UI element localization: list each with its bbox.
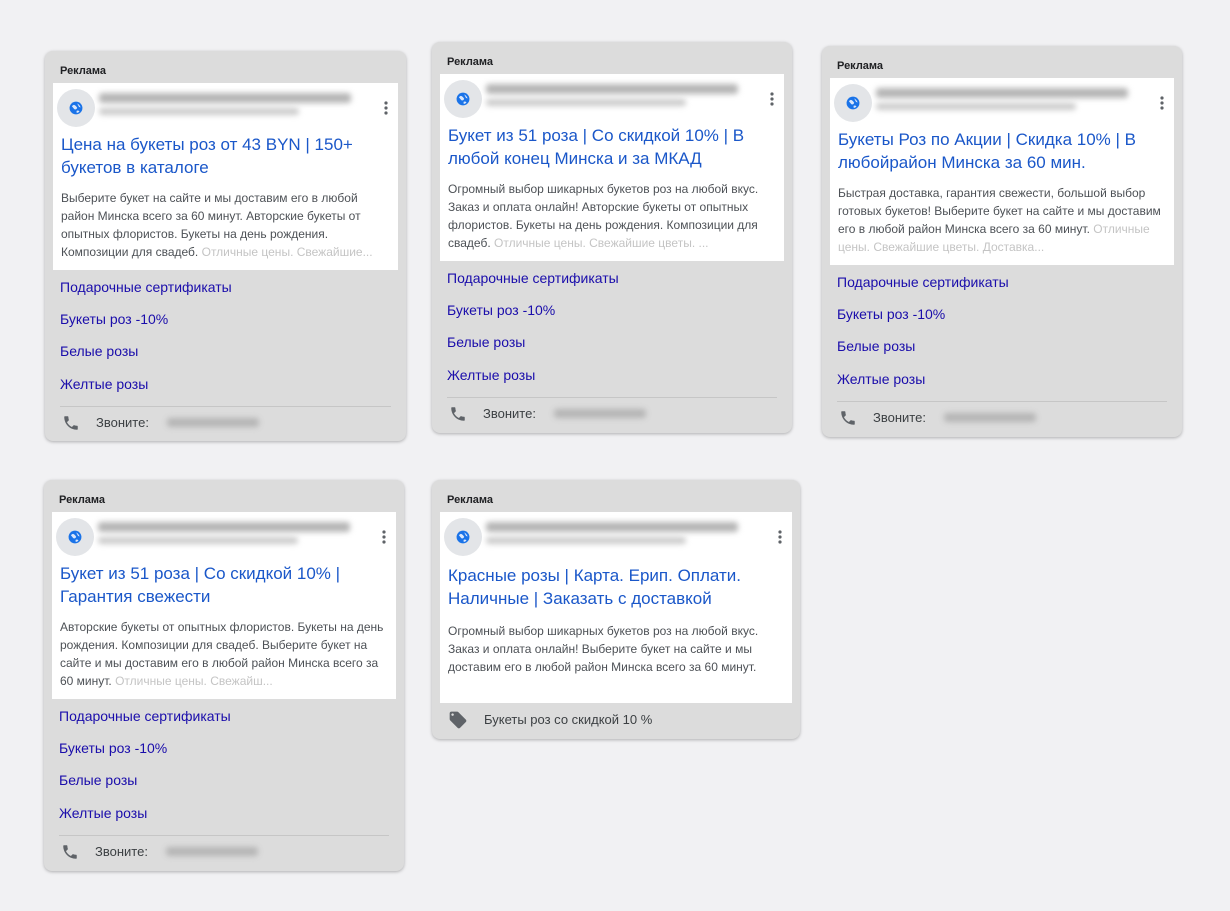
sitelink[interactable]: Букеты роз -10% xyxy=(837,306,945,322)
ad-label: Реклама xyxy=(59,494,106,506)
phone-icon xyxy=(64,416,78,430)
call-label: Звоните: xyxy=(483,406,536,421)
site-url-redacted xyxy=(486,99,686,106)
tag-icon xyxy=(449,711,467,729)
ad-headline[interactable]: Букеты Роз по Акции | Скидка 10% | В люб… xyxy=(838,128,1164,174)
ad-label: Реклама xyxy=(837,60,884,72)
ad-description-tail: Отличные цены. Свежайшие... xyxy=(198,245,373,259)
sitelink[interactable]: Подарочные сертификаты xyxy=(60,279,232,295)
divider xyxy=(60,406,391,407)
ad-card: Реклама Букеты Роз по Акции | Скидка 10%… xyxy=(822,46,1182,437)
ad-label: Реклама xyxy=(447,56,494,68)
ad-label: Реклама xyxy=(60,65,107,77)
ad-description: Быстрая доставка, гарантия свежести, бол… xyxy=(838,184,1164,256)
sitelink[interactable]: Подарочные сертификаты xyxy=(837,274,1009,290)
site-url-redacted xyxy=(99,108,299,115)
site-url-redacted xyxy=(98,537,298,544)
globe-icon xyxy=(456,92,470,106)
sitelink[interactable]: Желтые розы xyxy=(59,805,147,821)
ad-description-tail: Отличные цены. Свежайшие цветы. ... xyxy=(490,236,709,250)
ad-description: Огромный выбор шикарных букетов роз на л… xyxy=(448,180,774,252)
ad-card: Реклама Букет из 51 роза | Со скидкой 10… xyxy=(432,42,792,433)
ad-description: Авторские букеты от опытных флористов. Б… xyxy=(60,618,386,690)
ad-body: Букет из 51 роза | Со скидкой 10% | В лю… xyxy=(440,74,784,261)
divider xyxy=(837,401,1167,402)
site-url-redacted xyxy=(486,537,686,544)
phone-number-redacted xyxy=(554,409,646,418)
sitelink[interactable]: Белые розы xyxy=(837,338,915,354)
call-extension[interactable]: Звоните: xyxy=(60,413,380,433)
ad-description-tail: Отличные цены. Свежайш... xyxy=(111,674,273,688)
ad-card: Реклама Цена на букеты роз от 43 BYN | 1… xyxy=(45,51,406,441)
ad-label: Реклама xyxy=(447,494,494,506)
sitelink[interactable]: Белые розы xyxy=(59,772,137,788)
sitelink[interactable]: Желтые розы xyxy=(837,371,925,387)
site-favicon[interactable] xyxy=(444,518,482,556)
call-label: Звоните: xyxy=(95,844,148,859)
more-vert-icon[interactable] xyxy=(382,529,386,545)
sitelink[interactable]: Букеты роз -10% xyxy=(447,302,555,318)
sitelink[interactable]: Белые розы xyxy=(60,343,138,359)
phone-number-redacted xyxy=(944,413,1036,422)
call-extension[interactable]: Звоните: xyxy=(59,842,379,862)
call-label: Звоните: xyxy=(96,415,149,430)
phone-icon xyxy=(451,407,465,421)
ad-body: Букет из 51 роза | Со скидкой 10% | Гара… xyxy=(52,512,396,699)
more-vert-icon[interactable] xyxy=(384,100,388,116)
site-favicon[interactable] xyxy=(444,80,482,118)
sitelink[interactable]: Букеты роз -10% xyxy=(60,311,168,327)
site-name-redacted xyxy=(99,93,351,103)
promotion-extension[interactable]: Букеты роз со скидкой 10 % xyxy=(447,710,767,730)
ad-headline[interactable]: Цена на букеты роз от 43 BYN | 150+ буке… xyxy=(61,133,388,179)
promotion-label: Букеты роз со скидкой 10 % xyxy=(484,712,653,727)
ad-body: Букеты Роз по Акции | Скидка 10% | В люб… xyxy=(830,78,1174,265)
ad-card: Реклама Букет из 51 роза | Со скидкой 10… xyxy=(44,480,404,871)
globe-icon xyxy=(846,96,860,110)
phone-icon xyxy=(841,411,855,425)
site-favicon[interactable] xyxy=(57,89,95,127)
globe-icon xyxy=(456,530,470,544)
more-vert-icon[interactable] xyxy=(770,91,774,107)
sitelink[interactable]: Желтые розы xyxy=(60,376,148,392)
phone-icon xyxy=(63,845,77,859)
ad-description: Выберите букет на сайте и мы доставим ег… xyxy=(61,189,388,261)
site-favicon[interactable] xyxy=(56,518,94,556)
site-favicon[interactable] xyxy=(834,84,872,122)
phone-number-redacted xyxy=(166,847,258,856)
site-url-redacted xyxy=(876,103,1076,110)
sitelink[interactable]: Подарочные сертификаты xyxy=(447,270,619,286)
sitelink[interactable]: Подарочные сертификаты xyxy=(59,708,231,724)
ad-body: Красные розы | Карта. Ерип. Оплати. Нали… xyxy=(440,512,792,703)
site-name-redacted xyxy=(98,522,350,532)
ad-headline[interactable]: Букет из 51 роза | Со скидкой 10% | В лю… xyxy=(448,124,774,170)
site-name-redacted xyxy=(486,84,738,94)
divider xyxy=(447,397,777,398)
globe-icon xyxy=(69,101,83,115)
ad-description-text: Огромный выбор шикарных букетов роз на л… xyxy=(448,624,759,674)
ad-headline[interactable]: Букет из 51 роза | Со скидкой 10% | Гара… xyxy=(60,562,386,608)
site-name-redacted xyxy=(876,88,1128,98)
ad-headline[interactable]: Красные розы | Карта. Ерип. Оплати. Нали… xyxy=(448,564,782,610)
ad-card: Реклама Красные розы | Карта. Ерип. Опла… xyxy=(432,480,800,739)
more-vert-icon[interactable] xyxy=(778,529,782,545)
sitelink[interactable]: Желтые розы xyxy=(447,367,535,383)
globe-icon xyxy=(68,530,82,544)
call-label: Звоните: xyxy=(873,410,926,425)
divider xyxy=(59,835,389,836)
phone-number-redacted xyxy=(167,418,259,427)
site-name-redacted xyxy=(486,522,738,532)
call-extension[interactable]: Звоните: xyxy=(837,408,1157,428)
ad-description: Огромный выбор шикарных букетов роз на л… xyxy=(448,622,782,676)
call-extension[interactable]: Звоните: xyxy=(447,404,767,424)
more-vert-icon[interactable] xyxy=(1160,95,1164,111)
ad-body: Цена на букеты роз от 43 BYN | 150+ буке… xyxy=(53,83,398,270)
sitelink[interactable]: Букеты роз -10% xyxy=(59,740,167,756)
sitelink[interactable]: Белые розы xyxy=(447,334,525,350)
